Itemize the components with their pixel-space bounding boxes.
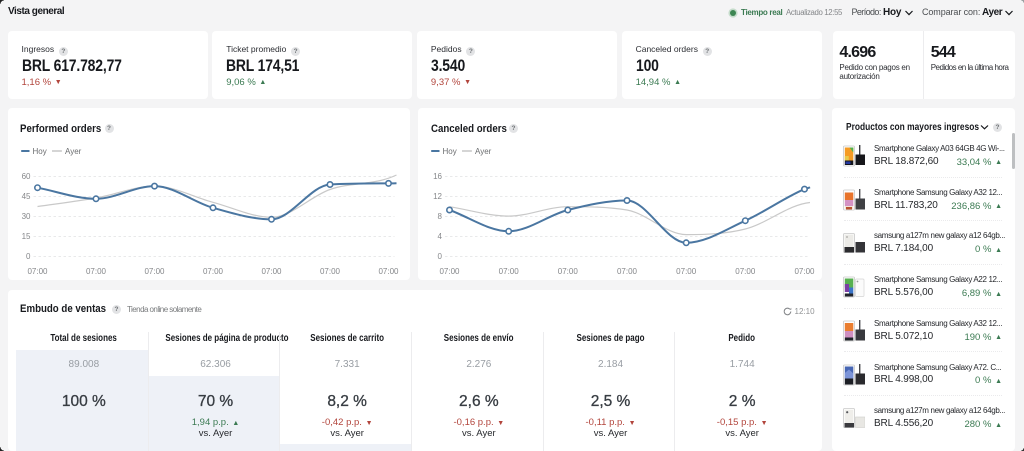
svg-text:07:00: 07:00 (202, 267, 223, 276)
svg-text:07:00: 07:00 (794, 267, 815, 276)
svg-text:07:00: 07:00 (85, 267, 106, 276)
svg-text:07:00: 07:00 (558, 267, 579, 276)
svg-text:15: 15 (21, 232, 30, 241)
svg-text:07:00: 07:00 (676, 267, 697, 276)
svg-text:0: 0 (438, 252, 443, 261)
svg-text:60: 60 (21, 172, 30, 181)
svg-text:Ayer: Ayer (475, 147, 492, 156)
svg-text:45: 45 (21, 192, 30, 201)
svg-text:07:00: 07:00 (617, 267, 638, 276)
svg-text:Hoy: Hoy (32, 147, 46, 156)
svg-text:Hoy: Hoy (443, 147, 457, 156)
svg-text:12: 12 (433, 192, 442, 201)
svg-text:07:00: 07:00 (144, 267, 165, 276)
svg-text:8: 8 (438, 212, 443, 221)
svg-text:07:00: 07:00 (735, 267, 756, 276)
svg-text:07:00: 07:00 (439, 267, 460, 276)
svg-text:07:00: 07:00 (319, 267, 340, 276)
svg-text:30: 30 (21, 212, 30, 221)
svg-text:4: 4 (438, 232, 443, 241)
svg-text:Ayer: Ayer (65, 147, 82, 156)
svg-text:16: 16 (433, 172, 442, 181)
svg-text:07:00: 07:00 (499, 267, 520, 276)
svg-text:07:00: 07:00 (27, 267, 48, 276)
svg-text:07:00: 07:00 (261, 267, 282, 276)
svg-text:0: 0 (26, 252, 31, 261)
svg-text:07:00: 07:00 (378, 267, 399, 276)
